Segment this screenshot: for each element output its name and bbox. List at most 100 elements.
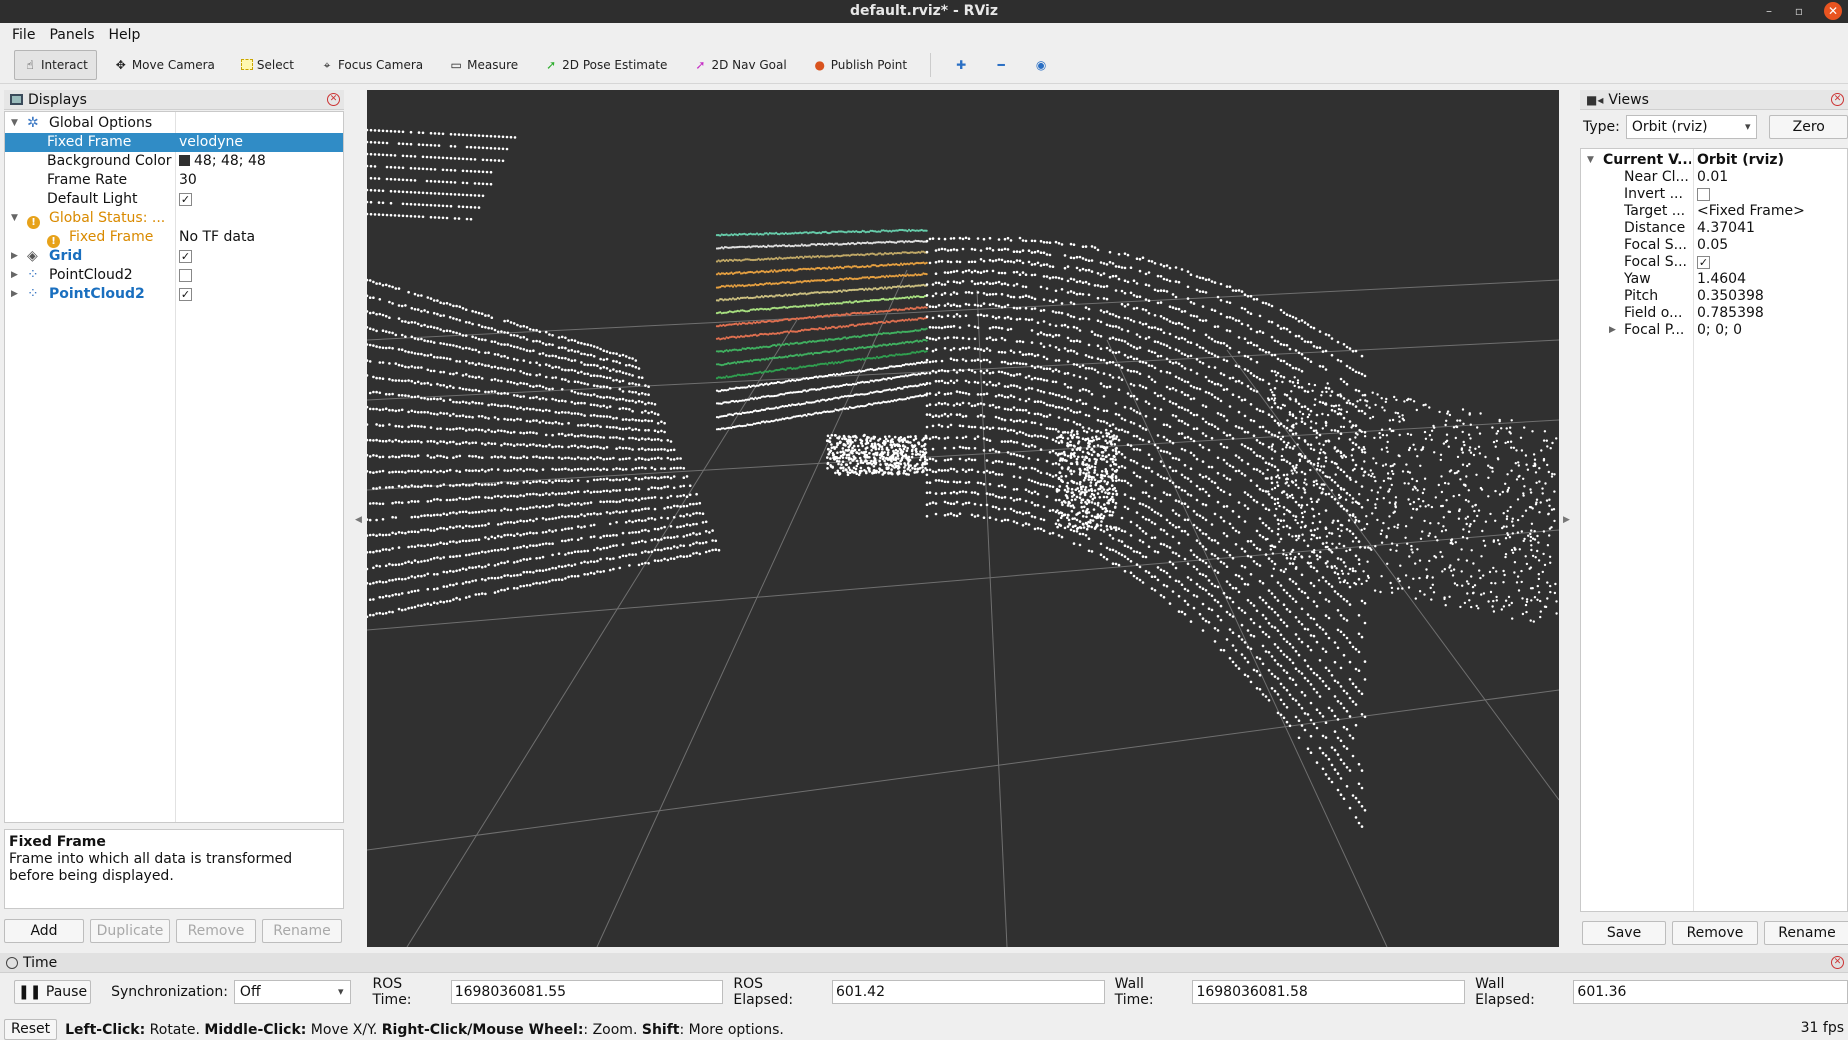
fixed-frame-value[interactable]: velodyne <box>179 133 243 152</box>
description-title: Fixed Frame <box>9 834 106 850</box>
tree-row-background-color[interactable]: Background Color 48; 48; 48 <box>5 152 343 171</box>
tree-row-global-options[interactable]: ▼ ✲ Global Options <box>5 114 343 133</box>
pointcloud2-checkbox[interactable]: ✓ <box>179 287 192 301</box>
current-view-row[interactable]: ▼ Current V... Orbit (rviz) <box>1581 152 1847 169</box>
ros-elapsed-label: ROS Elapsed: <box>733 976 794 1008</box>
select-tool-button[interactable]: Select <box>232 50 303 80</box>
tree-row-default-light[interactable]: Default Light ✓ <box>5 190 343 209</box>
default-light-checkbox[interactable]: ✓ <box>179 192 192 206</box>
collapse-left-icon[interactable]: ◀ <box>355 515 362 525</box>
view-prop-row[interactable]: Invert ... <box>1581 186 1847 203</box>
view-prop-row[interactable]: Yaw 1.4604 <box>1581 271 1847 288</box>
reset-button[interactable]: Reset <box>4 1019 58 1040</box>
prop-value[interactable]: 0; 0; 0 <box>1697 322 1742 339</box>
pause-button[interactable]: ❚❚ Pause <box>14 980 92 1004</box>
close-panel-icon[interactable]: ✕ <box>1831 956 1844 969</box>
3d-render-viewport[interactable] <box>367 90 1559 947</box>
move-camera-tool-button[interactable]: ✥ Move Camera <box>105 50 224 80</box>
nav-goal-tool-button[interactable]: ➚ 2D Nav Goal <box>684 50 795 80</box>
tree-row-grid[interactable]: ▶ ◈ Grid ✓ <box>5 247 343 266</box>
displays-tree[interactable]: ▼ ✲ Global Options Fixed Frame velodyne … <box>4 111 344 823</box>
close-panel-icon[interactable]: ✕ <box>1831 93 1844 106</box>
close-panel-icon[interactable]: ✕ <box>327 93 340 106</box>
move-camera-icon: ✥ <box>115 57 126 72</box>
rename-view-button[interactable]: Rename <box>1764 921 1848 945</box>
maximize-icon[interactable]: ▫ <box>1786 0 1812 23</box>
grid-checkbox[interactable]: ✓ <box>179 249 192 263</box>
background-color-value[interactable]: 48; 48; 48 <box>179 152 266 171</box>
tree-row-global-status[interactable]: ▼ ! Global Status: ... <box>5 209 343 229</box>
collapse-right-icon[interactable]: ▶ <box>1563 515 1570 525</box>
remove-view-button[interactable]: Remove <box>1672 921 1758 945</box>
duplicate-display-button[interactable]: Duplicate <box>90 919 170 943</box>
expand-arrow-icon[interactable]: ▼ <box>11 209 18 228</box>
expand-arrow-icon[interactable]: ▼ <box>11 114 18 133</box>
measure-tool-button[interactable]: ▭ Measure <box>440 50 527 80</box>
invert-checkbox[interactable] <box>1697 187 1710 201</box>
minimize-icon[interactable]: – <box>1756 0 1782 23</box>
wall-time-field[interactable]: 1698036081.58 <box>1192 980 1466 1004</box>
view-prop-row[interactable]: ▶ Focal P... 0; 0; 0 <box>1581 322 1847 339</box>
view-prop-row[interactable]: Pitch 0.350398 <box>1581 288 1847 305</box>
view-prop-row[interactable]: Field o... 0.785398 <box>1581 305 1847 322</box>
view-type-row: Type: Orbit (rviz) Zero <box>1580 114 1848 140</box>
ros-elapsed-field[interactable]: 601.42 <box>831 980 1105 1004</box>
view-prop-row[interactable]: Distance 4.37041 <box>1581 220 1847 237</box>
tool-properties-button[interactable]: ◉ <box>1025 50 1057 80</box>
expand-arrow-icon[interactable]: ▶ <box>11 285 18 304</box>
sync-select[interactable]: Off <box>233 980 351 1004</box>
pointcloud2-checkbox[interactable] <box>179 268 192 282</box>
view-type-select[interactable]: Orbit (rviz) <box>1625 115 1758 139</box>
ros-time-field[interactable]: 1698036081.55 <box>450 980 724 1004</box>
window-title: default.rviz* - RViz <box>849 3 998 19</box>
wall-elapsed-field[interactable]: 601.36 <box>1573 980 1848 1004</box>
expand-arrow-icon[interactable]: ▶ <box>11 247 18 266</box>
description-text: Frame into which all data is transformed… <box>9 851 293 884</box>
interact-tool-button[interactable]: ☝ Interact <box>14 49 97 80</box>
add-display-button[interactable]: Add <box>4 919 84 943</box>
rename-display-button[interactable]: Rename <box>262 919 342 943</box>
expand-arrow-icon[interactable]: ▶ <box>1609 322 1616 339</box>
prop-value[interactable]: 0.785398 <box>1697 305 1764 322</box>
plus-icon: ✚ <box>956 57 967 72</box>
view-prop-row[interactable]: Target ... <Fixed Frame> <box>1581 203 1847 220</box>
pointcloud-icon: ⁘ <box>27 267 39 283</box>
view-prop-row[interactable]: Focal S... 0.05 <box>1581 237 1847 254</box>
prop-value[interactable]: <Fixed Frame> <box>1697 203 1805 220</box>
pointcloud-icon: ⁘ <box>27 286 39 302</box>
views-panel: ■◂ Views ✕ Type: Orbit (rviz) Zero ▼ Cur… <box>1580 90 1848 946</box>
displays-buttons: Add Duplicate Remove Rename <box>4 919 342 943</box>
tree-row-pointcloud2-2[interactable]: ▶ ⁘ PointCloud2 ✓ <box>5 285 343 304</box>
publish-point-tool-button[interactable]: ● Publish Point <box>804 50 916 80</box>
prop-value[interactable]: 0.350398 <box>1697 288 1764 305</box>
menu-panels[interactable]: Panels <box>49 27 94 43</box>
prop-label: Focal S... <box>1624 237 1687 253</box>
views-tree[interactable]: ▼ Current V... Orbit (rviz) Near Cl... 0.… <box>1580 148 1848 912</box>
tree-row-frame-rate[interactable]: Frame Rate 30 <box>5 171 343 190</box>
prop-value[interactable]: 0.05 <box>1697 237 1728 254</box>
pose-estimate-tool-button[interactable]: ➚ 2D Pose Estimate <box>535 50 676 80</box>
frame-rate-value[interactable]: 30 <box>179 171 197 190</box>
tree-row-status-fixed-frame[interactable]: ! Fixed Frame No TF data <box>5 228 343 248</box>
prop-value[interactable]: 0.01 <box>1697 169 1728 186</box>
expand-arrow-icon[interactable]: ▶ <box>11 266 18 285</box>
tree-row-fixed-frame[interactable]: Fixed Frame velodyne <box>5 133 343 152</box>
menu-file[interactable]: File <box>12 27 35 43</box>
zero-button[interactable]: Zero <box>1769 115 1848 139</box>
focus-camera-tool-button[interactable]: ⌖ Focus Camera <box>311 50 432 80</box>
view-prop-row[interactable]: Near Cl... 0.01 <box>1581 169 1847 186</box>
menu-help[interactable]: Help <box>109 27 141 43</box>
grid-label: Grid <box>49 248 83 264</box>
prop-value[interactable]: 1.4604 <box>1697 271 1746 288</box>
expand-arrow-icon[interactable]: ▼ <box>1587 152 1594 169</box>
focal-shape-checkbox[interactable]: ✓ <box>1697 255 1710 269</box>
view-prop-row[interactable]: Focal S... ✓ <box>1581 254 1847 271</box>
save-view-button[interactable]: Save <box>1582 921 1666 945</box>
close-window-icon[interactable]: ✕ <box>1824 2 1842 20</box>
prop-value[interactable]: 4.37041 <box>1697 220 1755 237</box>
remove-display-button[interactable]: Remove <box>176 919 256 943</box>
remove-tool-button[interactable]: ━ <box>985 50 1017 80</box>
add-tool-button[interactable]: ✚ <box>945 50 977 80</box>
prop-label: Target ... <box>1624 203 1686 219</box>
tree-row-pointcloud2-1[interactable]: ▶ ⁘ PointCloud2 <box>5 266 343 285</box>
